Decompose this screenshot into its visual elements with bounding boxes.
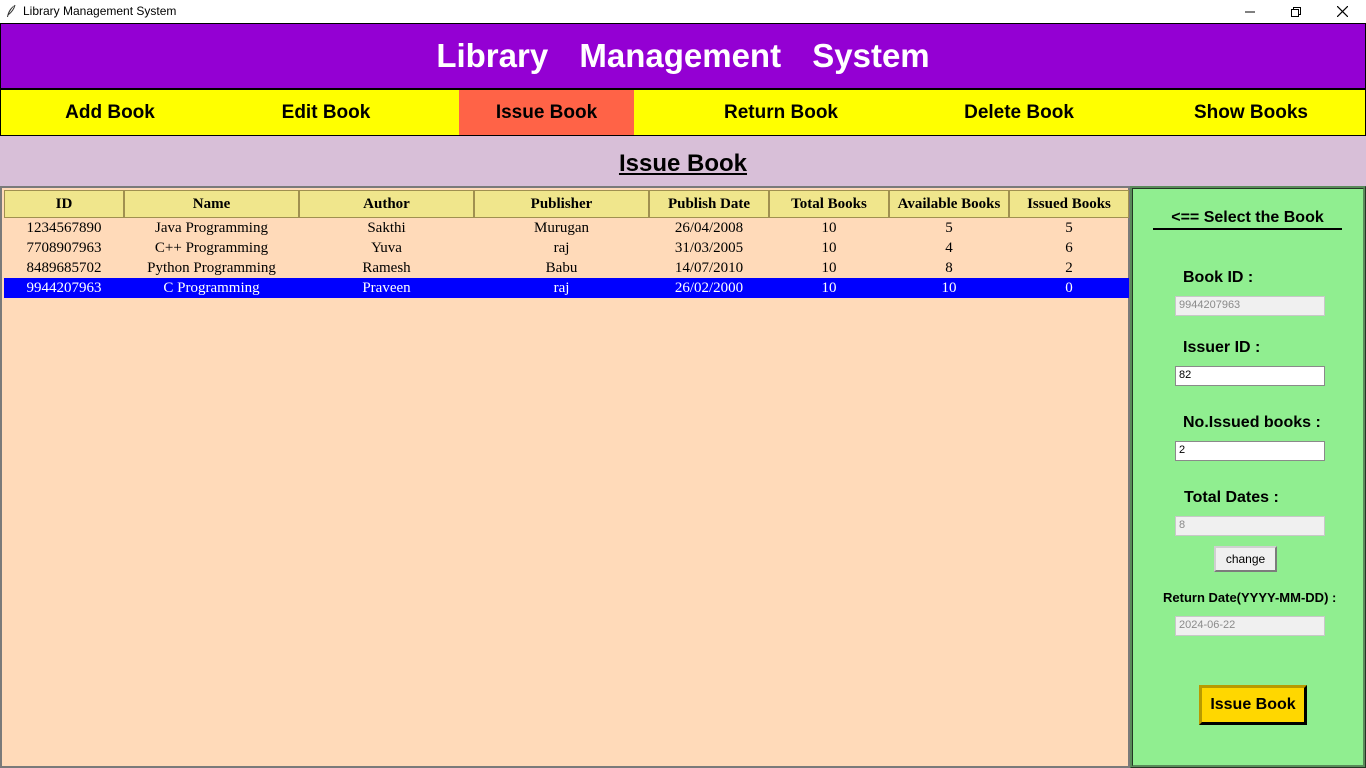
table-cell: Sakthi (367, 219, 406, 236)
table-cell: 5 (1065, 219, 1073, 236)
issued-books-label: No.Issued books : (1183, 414, 1321, 431)
table-cell: 10 (941, 279, 957, 296)
table-cell: 0 (1065, 279, 1073, 296)
table-cell: 10 (821, 279, 837, 296)
table-cell: 10 (821, 259, 837, 276)
table-cell: 10 (821, 239, 837, 256)
table-cell: 8489685702 (26, 259, 102, 276)
table-cell: 26/04/2008 (674, 219, 744, 236)
nav-issue-book[interactable]: Issue Book (459, 90, 634, 135)
column-header[interactable]: ID (4, 190, 124, 218)
nav-edit-book[interactable]: Edit Book (219, 90, 433, 135)
app-header: Library Management System (0, 23, 1366, 89)
column-header[interactable]: Publisher (474, 190, 649, 218)
window-titlebar: Library Management System (0, 0, 1366, 23)
book-id-field[interactable]: 9944207963 (1175, 296, 1325, 316)
table-cell: Ramesh (362, 259, 411, 276)
window-title: Library Management System (23, 4, 177, 18)
table-cell: C++ Programming (154, 239, 269, 256)
issue-book-button[interactable]: Issue Book (1199, 685, 1307, 725)
book-id-label: Book ID : (1183, 269, 1254, 286)
table-cell: 31/03/2005 (674, 239, 744, 256)
nav-add-book[interactable]: Add Book (1, 90, 219, 135)
total-dates-label: Total Dates : (1184, 489, 1279, 506)
table-cell: raj (553, 279, 570, 296)
page-title: Issue Book (618, 150, 748, 177)
minimize-button[interactable] (1227, 0, 1273, 23)
column-header[interactable]: Name (124, 190, 299, 218)
total-dates-field[interactable]: 8 (1175, 516, 1325, 536)
app-title: Library Management System (436, 37, 930, 74)
table-cell: 5 (945, 219, 953, 236)
table-row[interactable]: 8489685702 Python Programming Ramesh Babu 14… (4, 258, 1129, 278)
table-row[interactable]: 7708907963 C++ Programming Yuva raj 31/03/20… (4, 238, 1129, 258)
books-table: ID Name Author Publisher Publish Date Total B… (0, 186, 1130, 768)
minimize-icon (1245, 11, 1255, 12)
select-book-heading: <== Select the Book (1153, 209, 1342, 230)
column-header[interactable]: Available Books (889, 190, 1009, 218)
column-header[interactable]: Author (299, 190, 474, 218)
issued-books-field[interactable]: 2 (1175, 441, 1325, 461)
table-cell: 26/02/2000 (674, 279, 744, 296)
nav-bar: Add Book Edit Book Issue Book Return Boo… (0, 89, 1366, 136)
restore-button[interactable] (1273, 0, 1319, 23)
table-cell: 9944207963 (26, 279, 102, 296)
close-button[interactable] (1319, 0, 1365, 23)
issuer-id-label: Issuer ID : (1183, 339, 1261, 356)
issuer-id-field[interactable]: 82 (1175, 366, 1325, 386)
table-row[interactable]: 1234567890 Java Programming Sakthi Murugan 2… (4, 218, 1129, 238)
feather-icon (5, 4, 17, 18)
table-cell: Java Programming (155, 219, 268, 236)
nav-delete-book[interactable]: Delete Book (901, 90, 1137, 135)
table-cell: Yuva (371, 239, 402, 256)
return-date-field[interactable]: 2024-06-22 (1175, 616, 1325, 636)
table-cell: 7708907963 (26, 239, 102, 256)
table-cell: 1234567890 (26, 219, 102, 236)
table-cell: Praveen (362, 279, 411, 296)
table-cell: raj (553, 239, 570, 256)
table-row[interactable]: 9944207963 C Programming Praveen raj 26/02/2… (4, 278, 1129, 298)
table-cell: 2 (1065, 259, 1073, 276)
table-cell: 14/07/2010 (674, 259, 744, 276)
column-header[interactable]: Publish Date (649, 190, 769, 218)
table-cell: Python Programming (147, 259, 276, 276)
table-cell: C Programming (163, 279, 260, 296)
restore-icon (1291, 6, 1301, 17)
table-cell: Murugan (534, 219, 589, 236)
table-cell: 10 (821, 219, 837, 236)
nav-show-books[interactable]: Show Books (1137, 90, 1365, 135)
column-header[interactable]: Total Books (769, 190, 889, 218)
nav-return-book[interactable]: Return Book (661, 90, 901, 135)
return-date-label: Return Date(YYYY-MM-DD) : (1163, 590, 1337, 605)
table-cell: 8 (945, 259, 953, 276)
column-header[interactable]: Issued Books (1009, 190, 1129, 218)
close-icon (1336, 6, 1348, 17)
table-cell: Babu (545, 259, 578, 276)
table-cell: 6 (1065, 239, 1073, 256)
change-button[interactable]: change (1214, 546, 1277, 572)
table-cell: 4 (945, 239, 953, 256)
